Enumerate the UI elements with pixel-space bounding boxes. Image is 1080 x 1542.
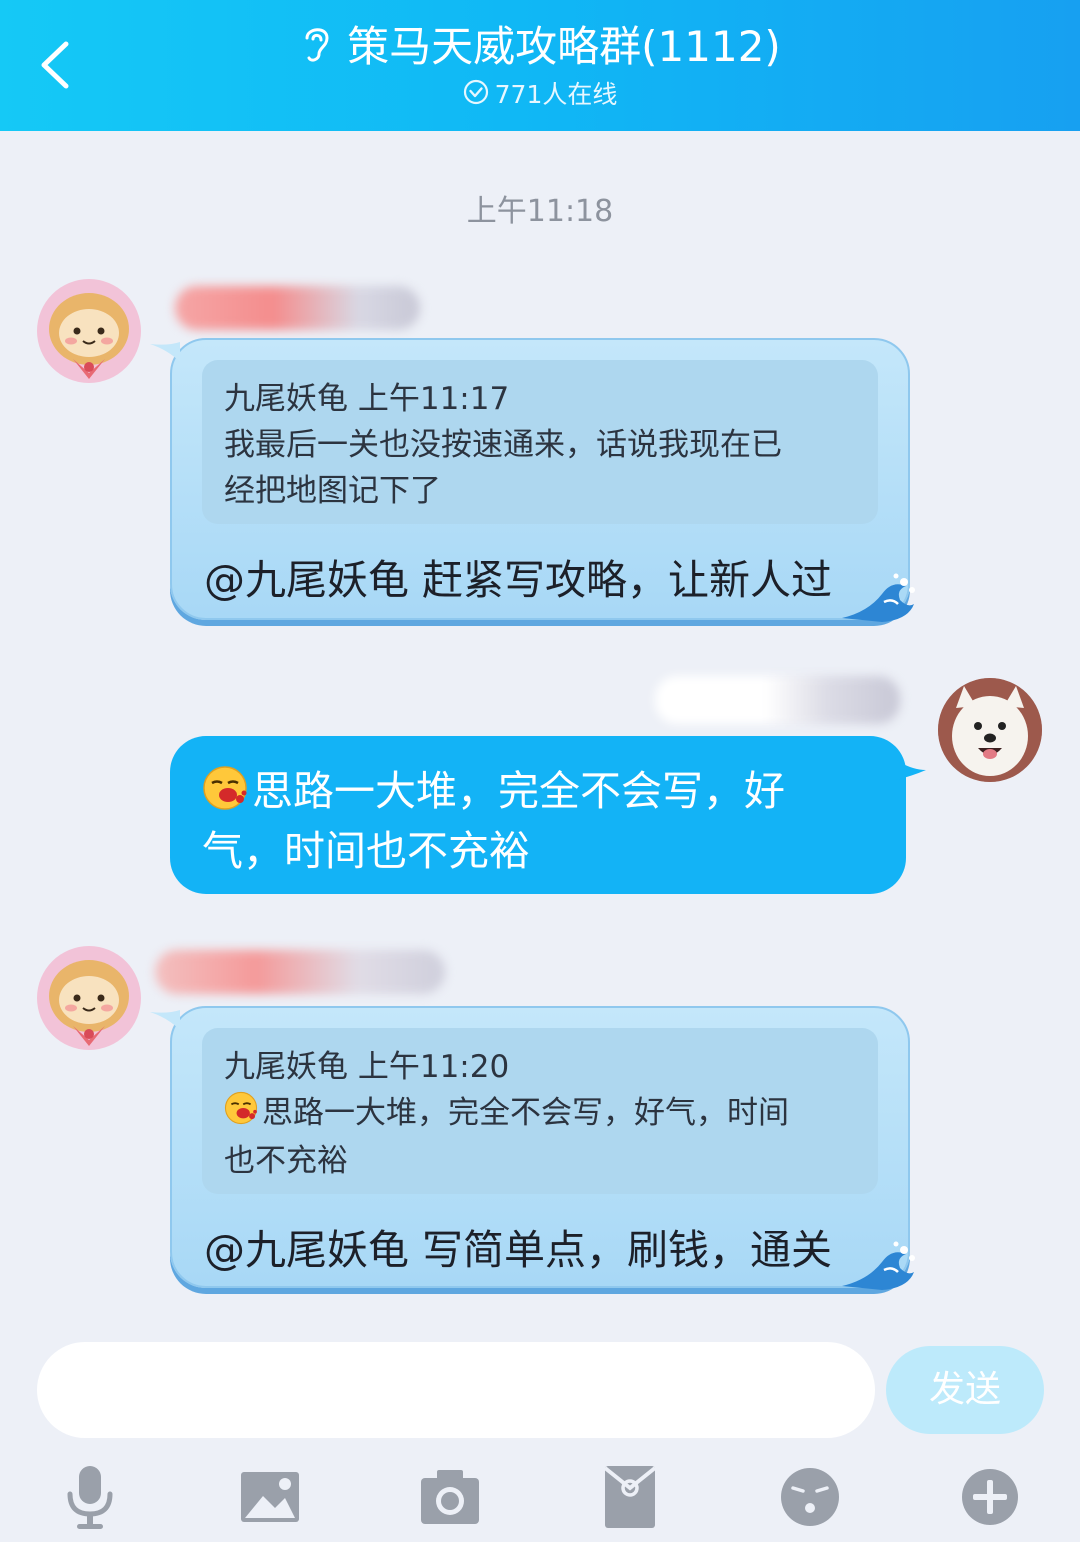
input-bar: 发送 [0,1322,1080,1542]
camera-icon [421,1470,479,1524]
photo-button[interactable] [235,1462,305,1532]
message-bubble[interactable]: 九尾妖龟 上午11:17 我最后一关也没按速通来，话说我现在已 经把地图记下了 … [170,338,915,622]
message-bubble[interactable]: 思路一大堆，完全不会写，好 气，时间也不充裕 [170,736,906,894]
send-button[interactable]: 发送 [886,1346,1044,1434]
message-text: @九尾妖龟 赶紧写攻略，让新人过 [204,556,833,604]
camera-button[interactable] [415,1462,485,1532]
check-circle-icon [463,79,489,114]
image-icon [241,1472,299,1522]
wave-decoration-icon [842,573,915,622]
avatar[interactable] [938,678,1042,782]
bubble-tail [896,760,926,780]
message-text: 思路一大堆，完全不会写，好 [252,767,785,815]
more-button[interactable] [955,1462,1025,1532]
quote-text: 我最后一关也没按速通来，话说我现在已 [224,427,782,463]
quote-text: 也不充裕 [224,1143,348,1179]
message-bubble[interactable]: 九尾妖龟 上午11:20 思路一大堆，完全不会写，好气，时间 也不充裕 @九尾妖… [170,1006,915,1290]
emoji-icon [781,1468,839,1526]
vomit-emoji-icon [202,765,248,824]
wave-decoration-icon [842,1241,915,1290]
message-input[interactable] [37,1342,875,1438]
voice-button[interactable] [55,1462,125,1532]
message-text: 气，时间也不充裕 [202,826,530,875]
red-packet-icon [603,1466,657,1528]
message-timestamp: 上午11:18 [466,194,614,229]
quote-header: 九尾妖龟 上午11:20 [224,1049,510,1085]
quote-text: 经把地图记下了 [224,473,441,509]
quote-text-line: 思路一大堆，完全不会写，好气，时间 [224,1090,856,1138]
bubble-tail [150,1010,180,1030]
quote-header: 九尾妖龟 上午11:17 [224,381,510,417]
sender-nickname [155,950,445,994]
sender-nickname [655,676,900,724]
message-text: @九尾妖龟 写简单点，刷钱，通关 [204,1226,833,1274]
red-packet-button[interactable] [595,1462,665,1532]
message-text-block: 思路一大堆，完全不会写，好 气，时间也不充裕 [202,764,856,878]
emoji-button[interactable] [775,1462,845,1532]
ear-icon [299,22,333,77]
microphone-icon [67,1466,113,1529]
quote-text: 思路一大堆，完全不会写，好气，时间 [262,1095,789,1131]
title-row: 策马天威攻略群(1112) [0,22,1080,77]
quoted-message[interactable]: 九尾妖龟 上午11:17 我最后一关也没按速通来，话说我现在已 经把地图记下了 [202,360,878,524]
online-status[interactable]: 771人在线 [0,78,1080,114]
sender-nickname [175,286,420,330]
avatar[interactable] [37,946,141,1050]
avatar[interactable] [37,279,141,383]
online-count: 771人在线 [494,80,618,109]
vomit-emoji-icon [224,1091,258,1138]
chat-header: 策马天威攻略群(1112) 771人在线 [0,0,1080,131]
bubble-tail [150,342,180,362]
quoted-message[interactable]: 九尾妖龟 上午11:20 思路一大堆，完全不会写，好气，时间 也不充裕 [202,1028,878,1194]
plus-icon [962,1469,1018,1525]
group-title[interactable]: 策马天威攻略群(1112) [347,22,781,71]
